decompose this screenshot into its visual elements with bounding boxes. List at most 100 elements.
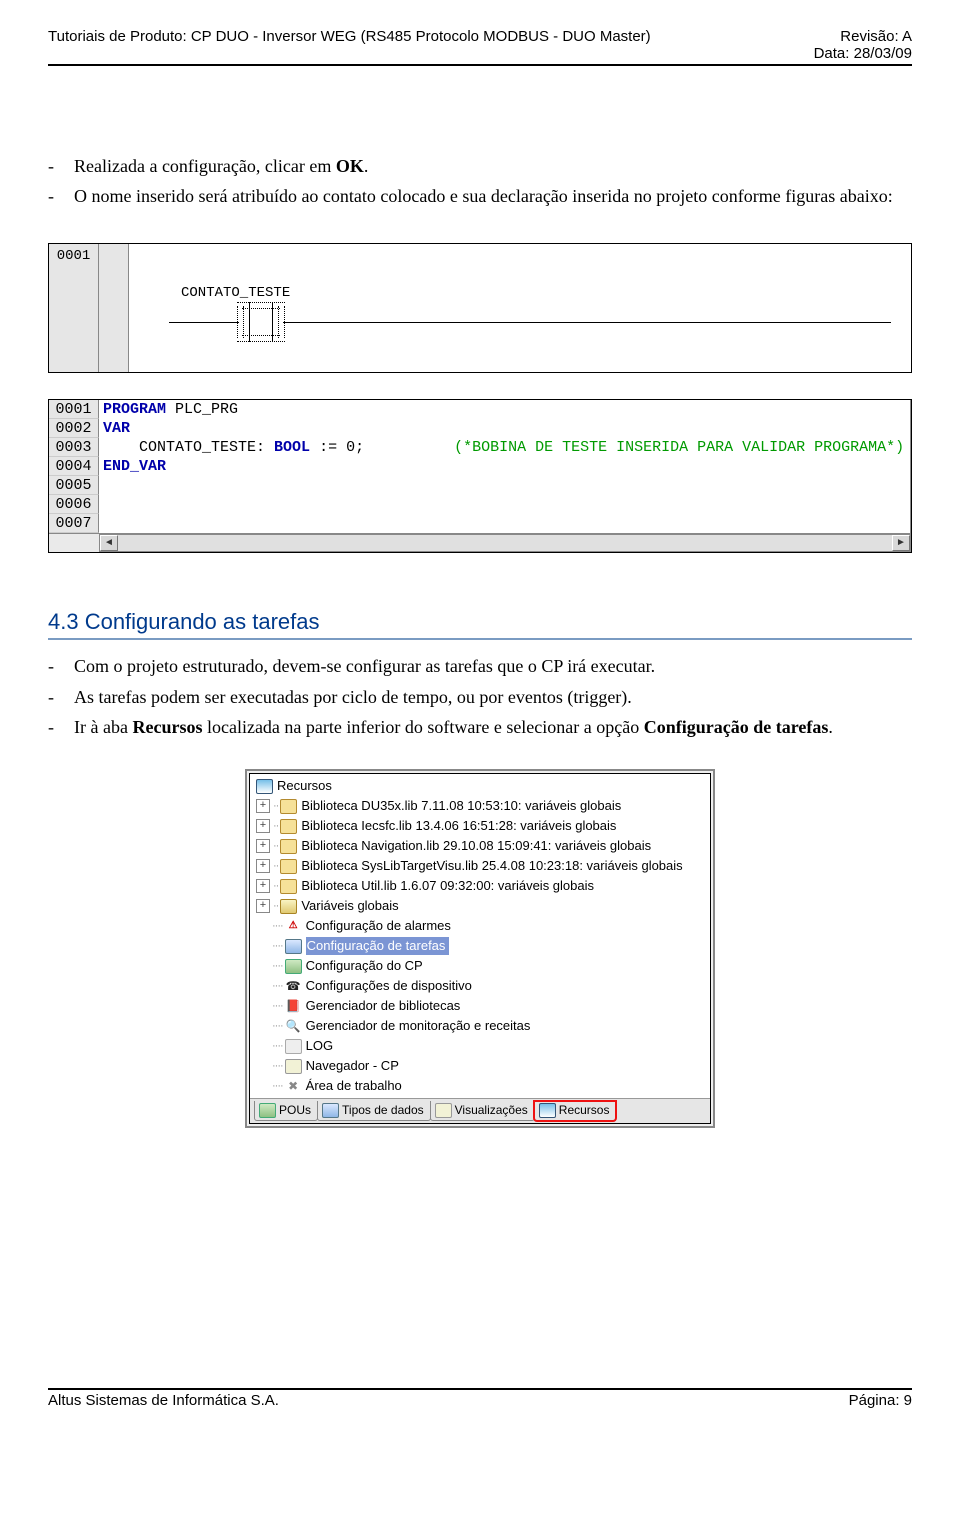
- task-icon: [285, 939, 302, 954]
- ladder-rung: [169, 304, 911, 340]
- code-line: 0007: [49, 514, 910, 533]
- resources-panel-figure: Recursos+··Biblioteca DU35x.lib 7.11.08 …: [245, 769, 715, 1128]
- header-left: Tutoriais de Produto: CP DUO - Inversor …: [48, 28, 651, 45]
- lib-icon: 📕: [285, 999, 302, 1014]
- wire-right: [283, 322, 891, 323]
- tab-tipos-de-dados[interactable]: Tipos de dados: [317, 1101, 431, 1121]
- alarm-icon: ⚠: [285, 919, 302, 934]
- ladder-flag-column: [99, 244, 129, 372]
- tree-item-label: Área de trabalho: [306, 1077, 402, 1095]
- tree-item[interactable]: +··Biblioteca Iecsfc.lib 13.4.06 16:51:2…: [254, 816, 706, 836]
- ladder-figure: 0001 CONTATO_TESTE: [48, 243, 912, 373]
- expand-toggle[interactable]: +: [256, 819, 270, 833]
- tree-item-label: Biblioteca Navigation.lib 29.10.08 15:09…: [301, 837, 651, 855]
- tree-item[interactable]: ····⚠Configuração de alarmes: [254, 916, 706, 936]
- line-number: 0004: [49, 457, 99, 476]
- bullet-item: Ir à aba Recursos localizada na parte in…: [74, 715, 912, 739]
- tree-item[interactable]: ····Configuração do CP: [254, 956, 706, 976]
- tree-item[interactable]: +··Biblioteca Util.lib 1.6.07 09:32:00: …: [254, 876, 706, 896]
- folder-icon: [280, 799, 297, 814]
- code-line: 0006: [49, 495, 910, 514]
- code-rows: 0001PROGRAM PLC_PRG0002VAR0003 CONTATO_T…: [49, 400, 911, 534]
- tab-pous[interactable]: POUs: [254, 1101, 318, 1121]
- tab-recursos[interactable]: Recursos: [534, 1101, 617, 1121]
- line-number: 0002: [49, 419, 99, 438]
- tree-item-label: Configuração do CP: [306, 957, 423, 975]
- line-text: PROGRAM PLC_PRG: [99, 400, 910, 419]
- tree-item-label: Biblioteca Iecsfc.lib 13.4.06 16:51:28: …: [301, 817, 616, 835]
- tree-item-label: Navegador - CP: [306, 1057, 399, 1075]
- tree-item-label: LOG: [306, 1037, 333, 1055]
- vars-icon: [280, 899, 297, 914]
- code-line: 0002VAR: [49, 419, 910, 438]
- dev-icon: ☎: [285, 979, 302, 994]
- expand-toggle[interactable]: +: [256, 839, 270, 853]
- line-number: 0005: [49, 476, 99, 495]
- tree-item[interactable]: +··Biblioteca SysLibTargetVisu.lib 25.4.…: [254, 856, 706, 876]
- tree-root[interactable]: Recursos: [254, 776, 706, 796]
- nav-icon: [435, 1103, 452, 1118]
- resources-icon: [256, 779, 273, 794]
- ladder-rung-area: CONTATO_TESTE: [129, 244, 911, 372]
- bullet-item: Com o projeto estruturado, devem-se conf…: [74, 654, 912, 678]
- ladder-line-number: 0001: [49, 244, 99, 372]
- footer-left: Altus Sistemas de Informática S.A.: [48, 1392, 279, 1409]
- tree-item[interactable]: +··Biblioteca Navigation.lib 29.10.08 15…: [254, 836, 706, 856]
- tab-label: Visualizações: [455, 1102, 528, 1118]
- tree-item[interactable]: ····📕Gerenciador de bibliotecas: [254, 996, 706, 1016]
- contact-label: CONTATO_TESTE: [181, 284, 911, 303]
- page-footer: Altus Sistemas de Informática S.A. Págin…: [48, 1388, 912, 1409]
- tree-item[interactable]: ····Navegador - CP: [254, 1056, 706, 1076]
- tree-body: Recursos+··Biblioteca DU35x.lib 7.11.08 …: [250, 774, 710, 1098]
- line-number: 0003: [49, 438, 99, 457]
- scroll-right-button[interactable]: ►: [892, 535, 910, 551]
- bullet-item: Realizada a configuração, clicar em OK.: [74, 154, 912, 178]
- folder-icon: [280, 859, 297, 874]
- scrollbar-row: ◄ ►: [49, 534, 911, 552]
- line-text: [99, 514, 910, 533]
- area-icon: ✖: [285, 1079, 302, 1094]
- code-line: 0001PROGRAM PLC_PRG: [49, 400, 910, 419]
- tree-item[interactable]: +··Variáveis globais: [254, 896, 706, 916]
- code-line: 0003 CONTATO_TESTE: BOOL := 0; (*BOBINA …: [49, 438, 910, 457]
- tree-item-label: Gerenciador de bibliotecas: [306, 997, 461, 1015]
- header-right: Revisão: A Data: 28/03/09: [794, 28, 912, 62]
- bullet-item: O nome inserido será atribuído ao contat…: [74, 184, 912, 208]
- folder-icon: [280, 839, 297, 854]
- resources-icon: [539, 1103, 556, 1118]
- scroll-left-button[interactable]: ◄: [100, 535, 118, 551]
- bullet-item: As tarefas podem ser executadas por cicl…: [74, 685, 912, 709]
- nav-icon: [285, 1059, 302, 1074]
- tree-item-label: Configuração de alarmes: [306, 917, 451, 935]
- line-text: [99, 476, 910, 495]
- tree-item[interactable]: ····Configuração de tarefas: [254, 936, 706, 956]
- section-heading: 4.3 Configurando as tarefas: [48, 607, 912, 641]
- cp-icon: [285, 959, 302, 974]
- horizontal-scrollbar[interactable]: ◄ ►: [99, 534, 911, 552]
- tree-item-label: Configuração de tarefas: [306, 937, 450, 955]
- code-editor-figure: 0001PROGRAM PLC_PRG0002VAR0003 CONTATO_T…: [48, 399, 912, 553]
- tree-item-label: Variáveis globais: [301, 897, 398, 915]
- tree-item[interactable]: ····🔍Gerenciador de monitoração e receit…: [254, 1016, 706, 1036]
- wire-left: [169, 322, 239, 323]
- tab-visualizações[interactable]: Visualizações: [430, 1101, 535, 1121]
- expand-toggle[interactable]: +: [256, 859, 270, 873]
- expand-toggle[interactable]: +: [256, 799, 270, 813]
- tree-item-label: Biblioteca Util.lib 1.6.07 09:32:00: var…: [301, 877, 594, 895]
- tree-item[interactable]: ····LOG: [254, 1036, 706, 1056]
- tree-item[interactable]: ····☎Configurações de dispositivo: [254, 976, 706, 996]
- expand-toggle[interactable]: +: [256, 899, 270, 913]
- tree-item-label: Configurações de dispositivo: [306, 977, 472, 995]
- expand-toggle[interactable]: +: [256, 879, 270, 893]
- tabs-row: POUs Tipos de dados Visualizações Recursos: [250, 1098, 710, 1123]
- log-icon: [285, 1039, 302, 1054]
- tree-item-label: Gerenciador de monitoração e receitas: [306, 1017, 531, 1035]
- tree-item[interactable]: ····✖Área de trabalho: [254, 1076, 706, 1096]
- tab-label: Tipos de dados: [342, 1102, 424, 1118]
- monitor-icon: 🔍: [285, 1019, 302, 1034]
- page-header: Tutoriais de Produto: CP DUO - Inversor …: [48, 28, 912, 66]
- tree-item[interactable]: +··Biblioteca DU35x.lib 7.11.08 10:53:10…: [254, 796, 706, 816]
- footer-right: Página: 9: [849, 1392, 912, 1409]
- folder-icon: [280, 819, 297, 834]
- line-number: 0007: [49, 514, 99, 533]
